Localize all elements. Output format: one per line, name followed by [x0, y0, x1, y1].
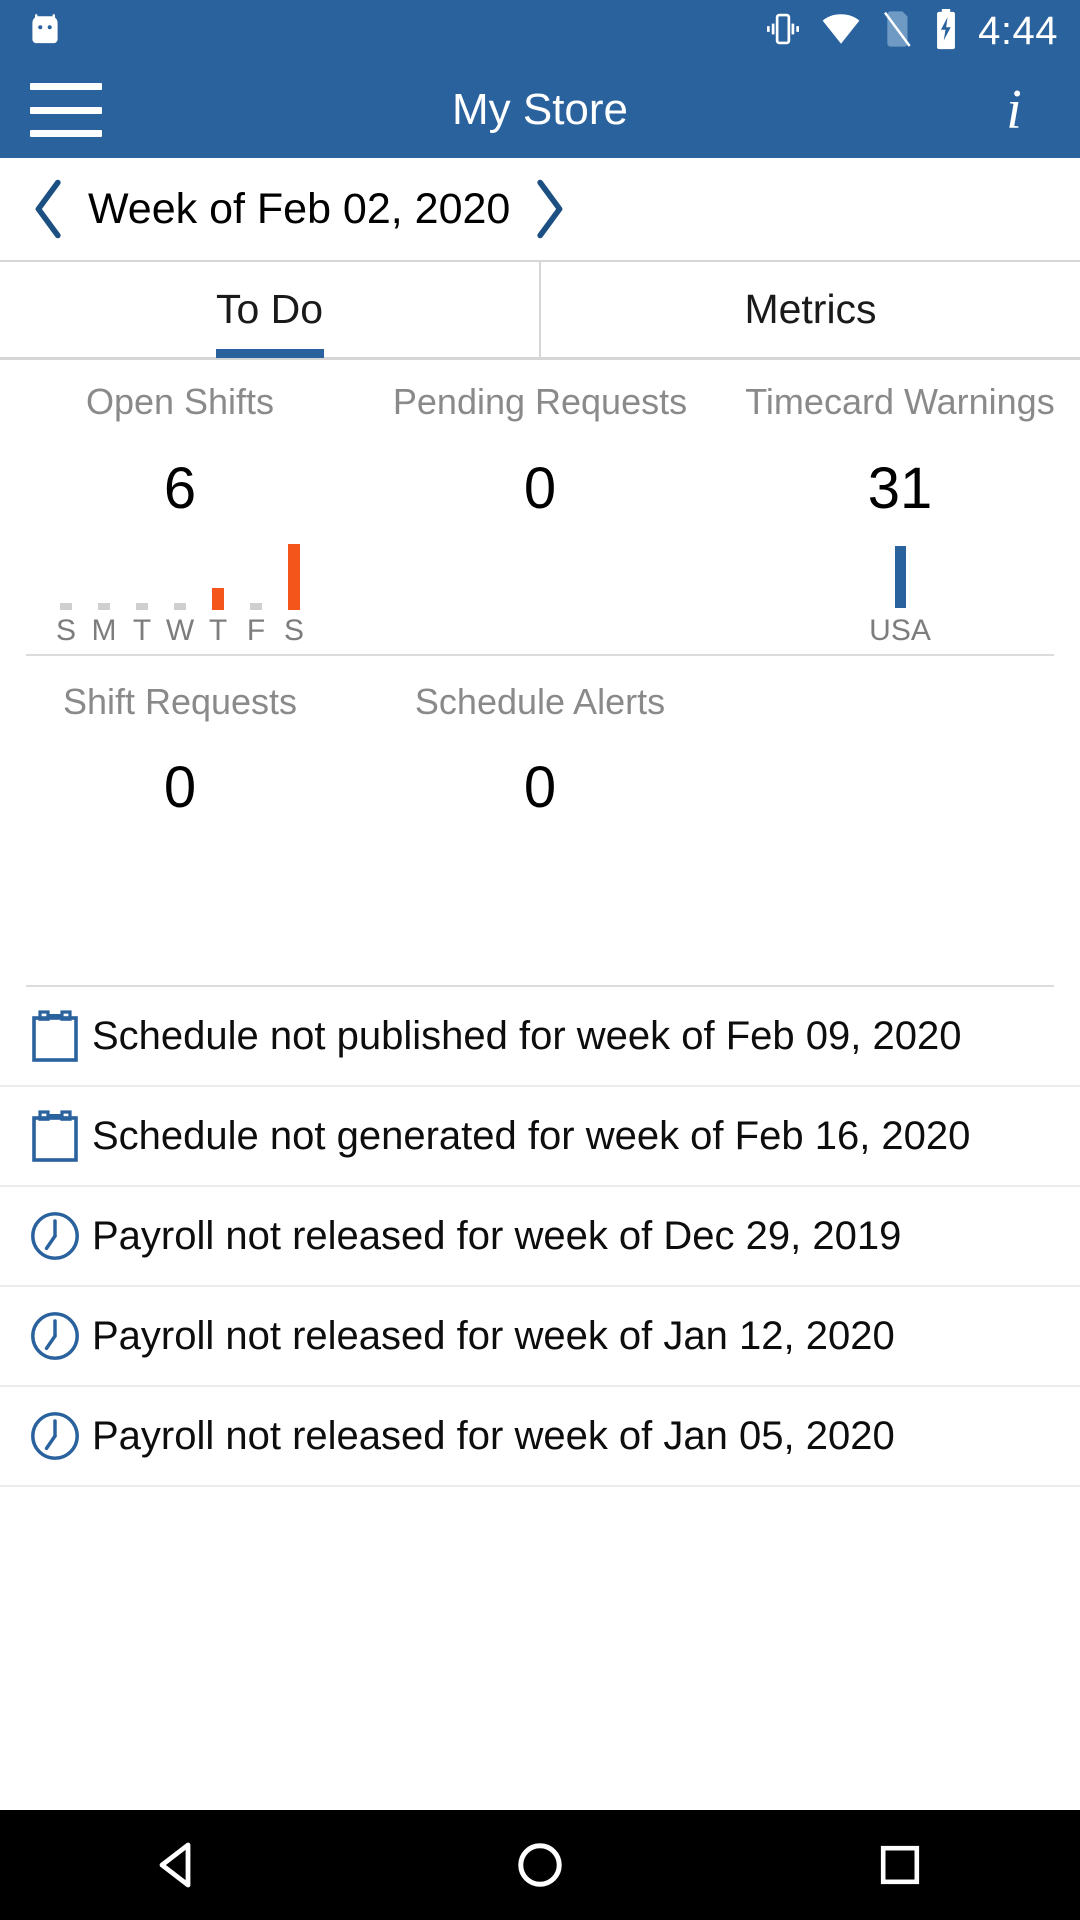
- spark-day-label: T: [132, 613, 152, 647]
- metric-row-2: Shift Requests 0 Schedule Alerts 0: [0, 656, 1080, 818]
- metric-pending-requests-value: 0: [523, 455, 557, 521]
- clock-icon: [18, 1409, 92, 1463]
- spark-bar: [288, 543, 300, 610]
- app-root: 4:44 My Store i Week of Feb 02, 2020 To …: [0, 0, 1080, 1920]
- clock-icon: [18, 1309, 92, 1363]
- metric-timecard-warnings-value: 31: [867, 455, 933, 521]
- spark-day-label: S: [55, 613, 76, 647]
- metric-timecard-warnings-label: Timecard Warnings: [745, 381, 1055, 422]
- list-item[interactable]: Payroll not released for week of Jan 05,…: [0, 1387, 1080, 1488]
- status-bar-left: [24, 8, 66, 55]
- metric-schedule-alerts[interactable]: Schedule Alerts 0: [360, 680, 720, 821]
- timecard-warnings-sparkline: USA: [869, 536, 931, 646]
- tab-to-do-label: To Do: [215, 286, 324, 332]
- spark-bar: [60, 602, 72, 610]
- tab-to-do[interactable]: To Do: [0, 262, 539, 357]
- spark-col-tue: T: [127, 602, 157, 647]
- calendar-icon: [18, 1008, 92, 1064]
- list-item-text: Payroll not released for week of Jan 12,…: [92, 1313, 895, 1358]
- metric-shift-requests-value: 0: [163, 755, 197, 821]
- app-bar: My Store i: [0, 62, 1080, 158]
- metrics-bottom-spacer: [0, 817, 1080, 985]
- no-sim-icon: [880, 9, 914, 54]
- spark-bar: [98, 602, 110, 610]
- home-circle-icon[interactable]: [480, 1810, 600, 1920]
- tab-metrics[interactable]: Metrics: [539, 262, 1080, 357]
- page-title: My Store: [451, 85, 629, 134]
- tab-bar: To Do Metrics: [0, 260, 1080, 360]
- week-navigator: Week of Feb 02, 2020: [0, 158, 1080, 260]
- list-item[interactable]: Schedule not generated for week of Feb 1…: [0, 1087, 1080, 1188]
- metric-schedule-alerts-label: Schedule Alerts: [414, 680, 666, 722]
- metric-shift-requests[interactable]: Shift Requests 0: [0, 680, 360, 821]
- spark-bar: [894, 545, 906, 608]
- tab-metrics-label: Metrics: [744, 286, 877, 332]
- android-navigation-bar: [0, 1810, 1080, 1920]
- clock-icon: [18, 1209, 92, 1263]
- spark-bar: [136, 602, 148, 610]
- list-item[interactable]: Payroll not released for week of Dec 29,…: [0, 1187, 1080, 1288]
- spark-region-label: USA: [869, 613, 931, 647]
- list-item-text: Payroll not released for week of Jan 05,…: [92, 1413, 895, 1458]
- list-item-text: Schedule not published for week of Feb 0…: [92, 1013, 962, 1058]
- week-label: Week of Feb 02, 2020: [88, 184, 511, 233]
- todo-list: Schedule not published for week of Feb 0…: [0, 987, 1080, 1810]
- spark-col-fri: F: [241, 602, 271, 647]
- spark-col-wed: W: [165, 602, 195, 647]
- spark-day-label: F: [246, 613, 266, 647]
- metric-pending-requests-label: Pending Requests: [392, 381, 688, 422]
- metric-open-shifts[interactable]: Open Shifts 6 S M T W T F S: [0, 382, 360, 646]
- metric-shift-requests-label: Shift Requests: [62, 680, 298, 722]
- back-triangle-icon[interactable]: [120, 1810, 240, 1920]
- spark-col-sun: S: [51, 602, 81, 647]
- android-robot-icon: [24, 8, 66, 55]
- chevron-left-icon[interactable]: [26, 178, 72, 240]
- metric-row-1: Open Shifts 6 S M T W T F S Pending Requ…: [0, 382, 1080, 646]
- spark-day-label: T: [208, 613, 228, 647]
- spark-day-label: M: [91, 613, 117, 647]
- metric-empty-cell: [720, 682, 1080, 818]
- spark-col-thu: T: [203, 587, 233, 647]
- list-item[interactable]: Payroll not released for week of Jan 12,…: [0, 1287, 1080, 1388]
- wifi-icon: [820, 10, 862, 53]
- list-item-text: Payroll not released for week of Dec 29,…: [92, 1213, 902, 1258]
- list-item-text: Schedule not generated for week of Feb 1…: [92, 1113, 971, 1158]
- metric-open-shifts-label: Open Shifts: [85, 381, 275, 422]
- metric-pending-requests[interactable]: Pending Requests 0: [360, 382, 720, 646]
- chevron-right-icon[interactable]: [526, 178, 572, 240]
- calendar-icon: [18, 1108, 92, 1164]
- vibrate-icon: [764, 10, 802, 53]
- list-item[interactable]: Schedule not published for week of Feb 0…: [0, 987, 1080, 1088]
- metric-timecard-warnings[interactable]: Timecard Warnings 31 USA: [720, 382, 1080, 646]
- recents-square-icon[interactable]: [840, 1810, 960, 1920]
- battery-charging-icon: [932, 8, 960, 55]
- status-bar-right: 4:44: [764, 8, 1058, 55]
- spark-bar: [174, 602, 186, 610]
- status-bar-clock: 4:44: [978, 9, 1058, 53]
- status-bar: 4:44: [0, 0, 1080, 62]
- open-shifts-sparkline: S M T W T F S: [51, 536, 309, 646]
- metrics-summary: Open Shifts 6 S M T W T F S Pending Requ…: [0, 360, 1080, 988]
- spark-col-sat: S: [279, 543, 309, 647]
- spark-col-mon: M: [89, 602, 119, 647]
- hamburger-menu-icon[interactable]: [30, 83, 102, 137]
- metric-schedule-alerts-value: 0: [523, 755, 557, 821]
- metric-open-shifts-value: 6: [163, 455, 197, 521]
- spark-day-label: W: [165, 613, 195, 647]
- info-icon-glyph: i: [1006, 79, 1022, 141]
- spark-bar: [212, 587, 224, 610]
- info-icon[interactable]: i: [992, 82, 1036, 138]
- spark-bar: [250, 602, 262, 610]
- spark-day-label: S: [283, 613, 304, 647]
